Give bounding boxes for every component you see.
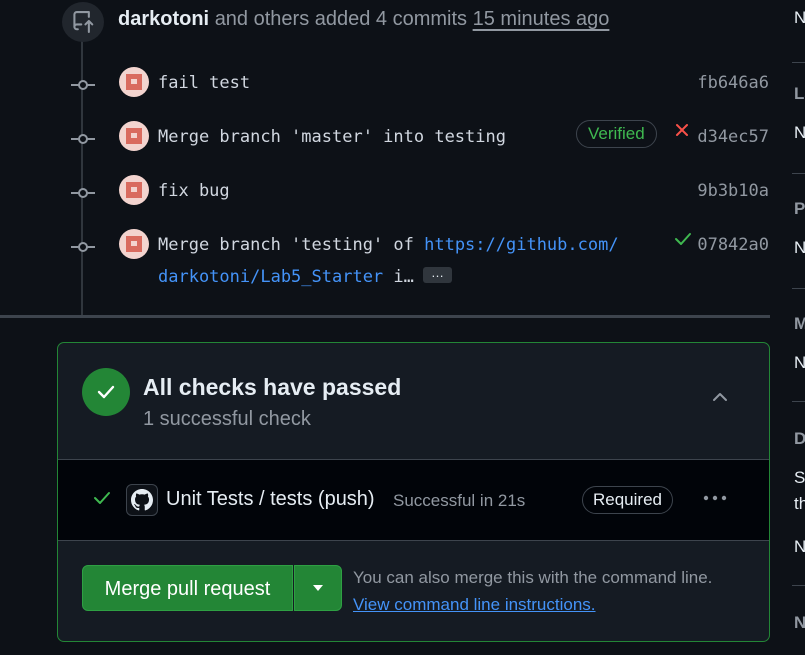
checks-subtitle: 1 successful check bbox=[143, 408, 311, 430]
github-logo-icon bbox=[126, 484, 158, 516]
commit-sha-link[interactable]: 07842a0 bbox=[697, 235, 769, 255]
required-badge: Required bbox=[582, 486, 673, 514]
commit-row: fail test fb646a6 bbox=[0, 65, 780, 105]
merge-options-dropdown[interactable] bbox=[294, 565, 342, 611]
commit-node-icon bbox=[71, 80, 95, 90]
commit-row: Merge branch 'testing' of https://github… bbox=[0, 227, 780, 289]
commit-repo-link[interactable]: darkotoni/Lab5_Starter bbox=[158, 267, 383, 287]
commit-sha-link[interactable]: 9b3b10a bbox=[697, 181, 769, 201]
sidebar-text: N bbox=[794, 123, 805, 142]
sidebar-heading[interactable]: M bbox=[794, 314, 805, 334]
verified-badge[interactable]: Verified bbox=[576, 120, 657, 148]
author-avatar[interactable] bbox=[119, 121, 149, 151]
commit-row: Merge branch 'master' into testing Verif… bbox=[0, 119, 780, 159]
commit-message-link[interactable]: fix bug bbox=[158, 181, 230, 201]
commit-message: Merge branch 'testing' of https://github… bbox=[158, 229, 619, 293]
repo-push-icon bbox=[62, 2, 104, 42]
merge-note: You can also merge this with the command… bbox=[353, 568, 713, 587]
sidebar-divider bbox=[792, 62, 805, 63]
right-sidebar: N La N P N M N D Si th N N bbox=[770, 0, 805, 655]
sidebar-heading[interactable]: N bbox=[794, 613, 805, 633]
sidebar-heading[interactable]: D bbox=[794, 429, 805, 449]
sidebar-text: N bbox=[794, 353, 805, 372]
sidebar-text: N bbox=[794, 238, 805, 257]
check-run-name[interactable]: Unit Tests / tests (push) bbox=[166, 488, 375, 511]
chevron-up-icon[interactable] bbox=[708, 386, 732, 406]
commit-node-icon bbox=[71, 188, 95, 198]
author-avatar[interactable] bbox=[119, 67, 149, 97]
commit-sha-link[interactable]: d34ec57 bbox=[697, 127, 769, 147]
merge-box: All checks have passed 1 successful chec… bbox=[57, 342, 770, 642]
merge-pull-request-button[interactable]: Merge pull request bbox=[82, 565, 293, 611]
author-avatar[interactable] bbox=[119, 229, 149, 259]
check-icon bbox=[94, 492, 110, 504]
commit-message-truncated[interactable]: i… bbox=[383, 267, 413, 287]
event-time-link[interactable]: 15 minutes ago bbox=[473, 8, 610, 30]
sidebar-heading[interactable]: P bbox=[794, 199, 805, 219]
sidebar-heading[interactable]: La bbox=[794, 84, 805, 104]
checks-passed-icon bbox=[82, 368, 130, 416]
sidebar-text: Si bbox=[794, 468, 805, 487]
event-action-text: and others added 4 commits bbox=[214, 8, 468, 30]
sidebar-divider bbox=[792, 288, 805, 289]
commit-row: fix bug 9b3b10a bbox=[0, 173, 780, 213]
sidebar-divider bbox=[792, 585, 805, 586]
kebab-menu-icon[interactable] bbox=[701, 488, 729, 508]
sidebar-divider bbox=[792, 401, 805, 402]
checks-summary: All checks have passed 1 successful chec… bbox=[58, 343, 769, 459]
commit-message-link[interactable]: fail test bbox=[158, 73, 250, 93]
commit-sha-link[interactable]: fb646a6 bbox=[697, 73, 769, 93]
sidebar-text: th bbox=[794, 494, 805, 513]
sidebar-text: N bbox=[794, 537, 805, 556]
event-header: darkotoni and others added 4 commits 15 … bbox=[118, 8, 609, 31]
commit-message-text[interactable]: Merge branch 'testing' of bbox=[158, 235, 424, 255]
check-run-row[interactable]: Unit Tests / tests (push) Successful in … bbox=[58, 459, 769, 541]
sidebar-text: N bbox=[794, 8, 805, 27]
x-icon[interactable] bbox=[674, 122, 690, 138]
event-user-link[interactable]: darkotoni bbox=[118, 8, 209, 30]
expand-message-button[interactable]: … bbox=[423, 266, 452, 283]
triangle-down-icon bbox=[313, 585, 323, 591]
commit-message-link[interactable]: Merge branch 'master' into testing bbox=[158, 127, 506, 147]
commit-url-link[interactable]: https://github.com/ bbox=[424, 235, 618, 255]
commit-node-icon bbox=[71, 242, 95, 252]
check-run-status: Successful in 21s bbox=[393, 491, 526, 510]
merge-area: Merge pull request You can also merge th… bbox=[58, 541, 769, 641]
command-line-instructions-link[interactable]: View command line instructions. bbox=[353, 595, 596, 615]
timeline-divider bbox=[0, 315, 770, 318]
author-avatar[interactable] bbox=[119, 175, 149, 205]
checks-title: All checks have passed bbox=[143, 374, 402, 400]
commit-node-icon bbox=[71, 134, 95, 144]
check-icon[interactable] bbox=[674, 231, 692, 247]
sidebar-divider bbox=[792, 173, 805, 174]
